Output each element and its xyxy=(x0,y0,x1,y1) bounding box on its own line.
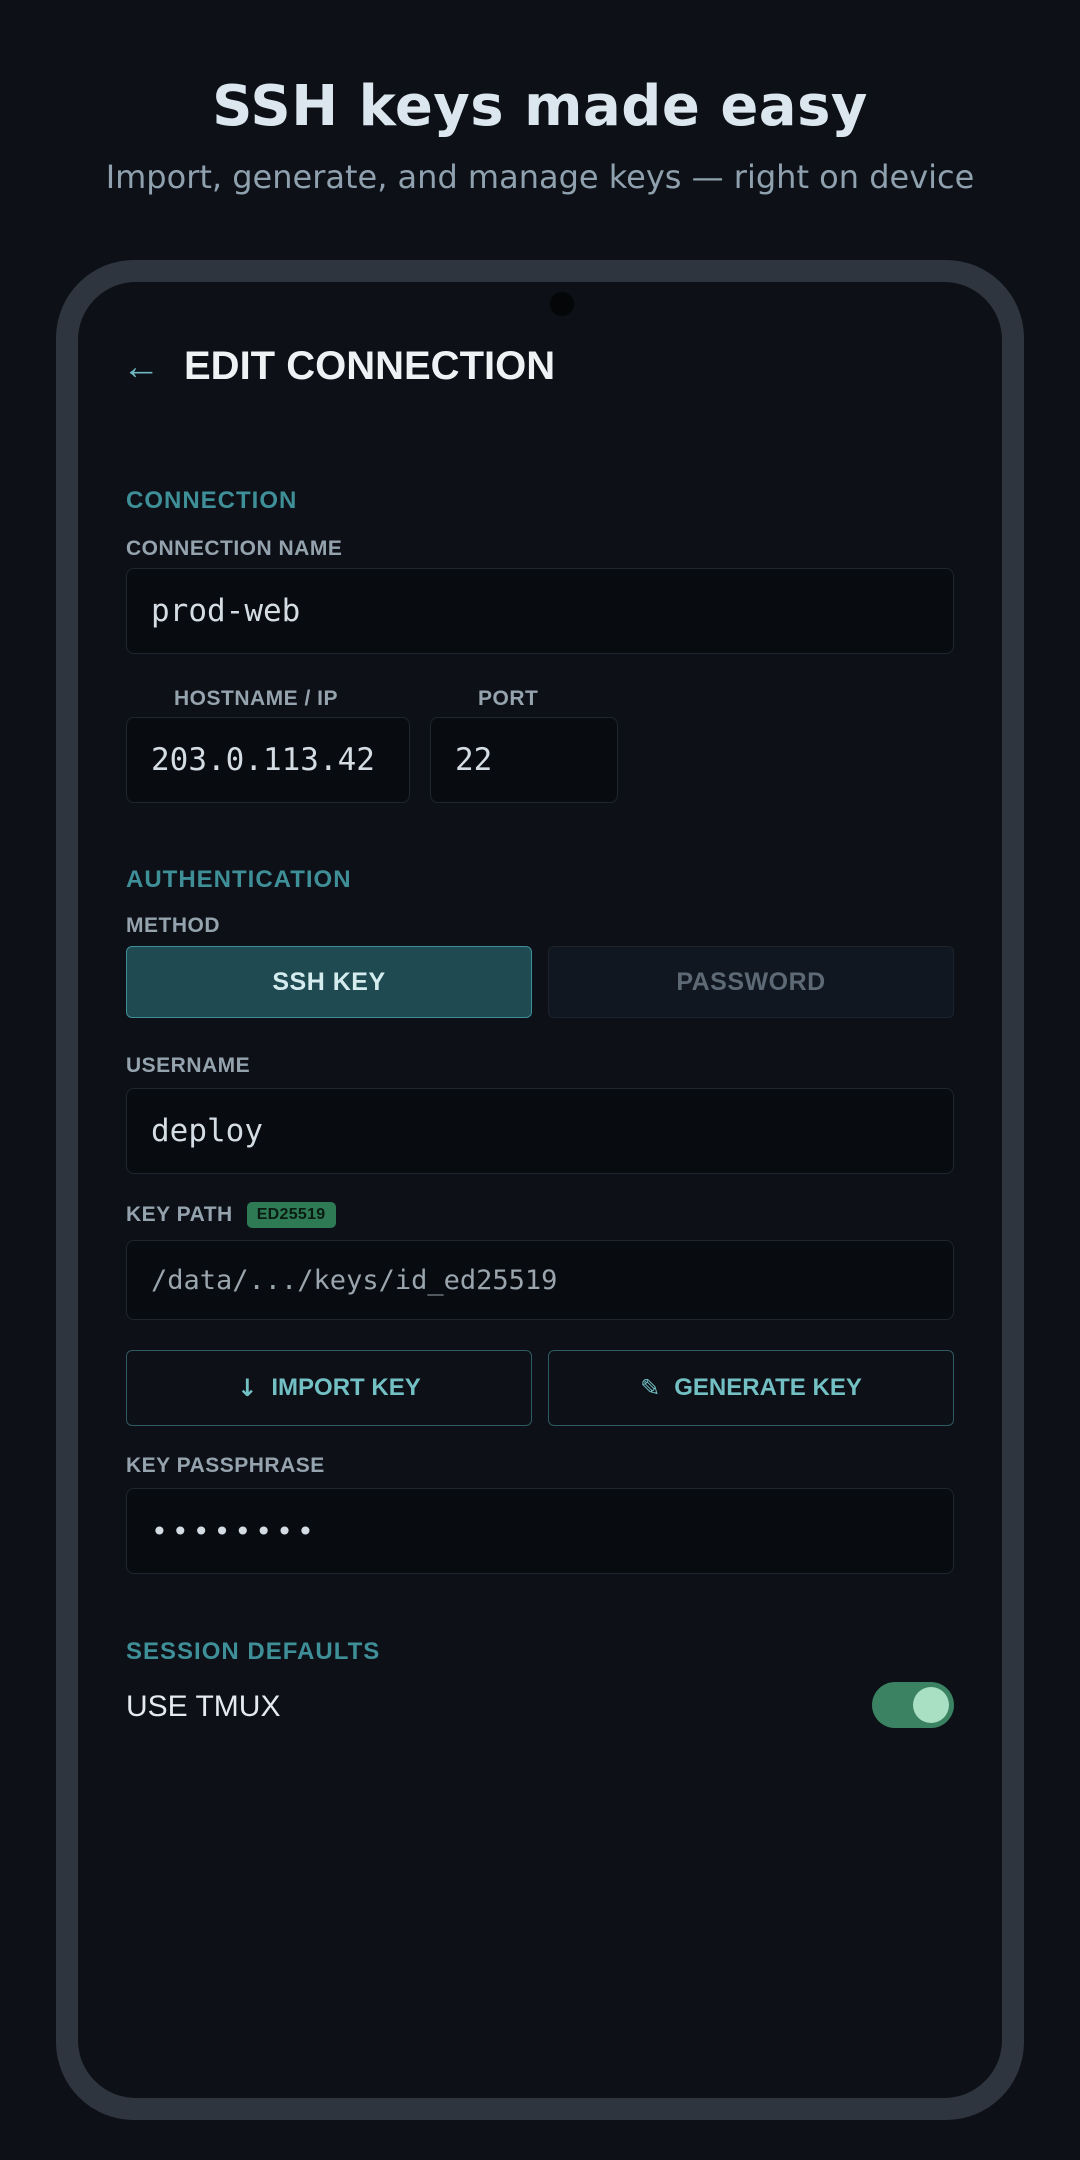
front-camera xyxy=(550,292,574,316)
key-path-field[interactable]: /data/.../keys/id_ed25519 xyxy=(126,1240,954,1320)
back-arrow-icon[interactable]: ← xyxy=(122,346,160,389)
username-label: USERNAME xyxy=(126,1054,251,1077)
key-type-badge: ED25519 xyxy=(246,1202,336,1228)
promo-subtitle: Import, generate, and manage keys — righ… xyxy=(105,158,975,196)
passphrase-field[interactable]: •••••••• xyxy=(126,1488,954,1574)
import-key-label: IMPORT KEY xyxy=(271,1374,421,1401)
download-arrow-icon: ↓ xyxy=(237,1374,258,1402)
section-connection: CONNECTION xyxy=(126,487,298,514)
use-tmux-toggle[interactable] xyxy=(872,1682,954,1728)
generate-key-button[interactable]: ✎ GENERATE KEY xyxy=(548,1350,954,1426)
passphrase-label: KEY PASSPHRASE xyxy=(126,1454,325,1477)
connection-name-label: CONNECTION NAME xyxy=(126,537,343,560)
port-label: PORT xyxy=(478,687,539,710)
import-key-button[interactable]: ↓ IMPORT KEY xyxy=(126,1350,532,1426)
connection-name-field[interactable]: prod-web xyxy=(126,568,954,654)
phone-frame: ← EDIT CONNECTION CONNECTION CONNECTION … xyxy=(56,260,1024,2120)
key-path-label: KEY PATH xyxy=(126,1203,233,1226)
app-screen: ← EDIT CONNECTION CONNECTION CONNECTION … xyxy=(78,282,1002,2098)
page-title: EDIT CONNECTION xyxy=(184,344,556,388)
hostname-label: HOSTNAME / IP xyxy=(174,687,339,710)
port-field[interactable]: 22 xyxy=(430,717,618,803)
use-tmux-label: USE TMUX xyxy=(126,1690,281,1723)
toggle-knob xyxy=(913,1687,949,1723)
section-authentication: AUTHENTICATION xyxy=(126,866,352,893)
key-path-header: KEY PATH ED25519 xyxy=(126,1202,336,1228)
method-password-button[interactable]: PASSWORD xyxy=(548,946,954,1018)
method-ssh-key-button[interactable]: SSH KEY xyxy=(126,946,532,1018)
hostname-field[interactable]: 203.0.113.42 xyxy=(126,717,410,803)
pencil-icon: ✎ xyxy=(640,1374,661,1402)
promo-title: SSH keys made easy xyxy=(212,74,868,139)
username-field[interactable]: deploy xyxy=(126,1088,954,1174)
generate-key-label: GENERATE KEY xyxy=(674,1374,862,1401)
method-label: METHOD xyxy=(126,914,220,937)
section-session-defaults: SESSION DEFAULTS xyxy=(126,1638,381,1665)
